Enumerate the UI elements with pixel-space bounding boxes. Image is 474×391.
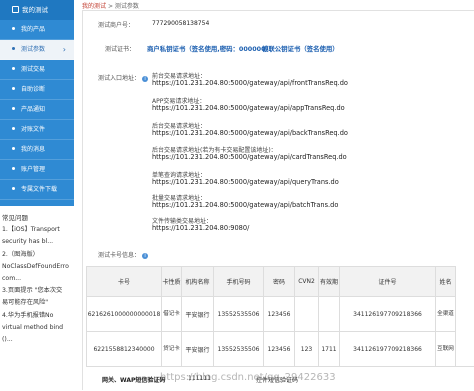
sms-row-label: 网关、WAP短信验证码 — [102, 377, 166, 384]
sidebar-item-downloads[interactable]: 专属文件下载 — [0, 180, 74, 200]
table-header: 手机号码 — [213, 266, 264, 297]
table-header: CVN2 — [294, 266, 319, 297]
card-type: 借记卡 — [161, 296, 182, 332]
private-cert-link[interactable]: 商户私钥证书（签名使用,密码：000000） — [147, 44, 272, 53]
cvn2 — [294, 296, 319, 332]
card-table: 卡号 卡性质 机构名称 手机号码 密码 CVN2 有效期 证件号 姓名 6216… — [86, 266, 456, 367]
merchant-value: 777290058138754 — [152, 20, 210, 27]
endpoint-url: https://101.231.204.80:5000/gateway/api/… — [152, 201, 339, 209]
password: 123456 — [263, 296, 295, 332]
bullet-icon — [12, 147, 15, 150]
faq-line[interactable]: com... — [2, 273, 74, 285]
phone: 13552535506 — [213, 331, 264, 367]
endpoint-url: https://101.231.204.80:5000/gateway/api/… — [152, 129, 348, 137]
faq-line[interactable]: 1.【iOS】Transport — [2, 224, 74, 236]
bullet-icon — [12, 87, 15, 90]
sidebar: 我的测试 我的产品 测试参数 › 测试交易 自助诊断 产品通知 对账文件 我的消息… — [0, 0, 74, 206]
bullet-icon — [12, 127, 15, 130]
sidebar-item-self-diagnose[interactable]: 自助诊断 — [0, 80, 74, 100]
merchant-label: 测试商户号： — [98, 22, 135, 29]
sidebar-header[interactable]: 我的测试 — [0, 0, 74, 20]
expiry — [318, 296, 340, 332]
faq-list: 常见问题 1.【iOS】Transport security has bl...… — [2, 212, 74, 346]
table-header: 卡号 — [86, 266, 162, 297]
password: 123456 — [263, 331, 295, 367]
sidebar-item-reconcile[interactable]: 对账文件 — [0, 120, 74, 140]
faq-title: 常见问题 — [2, 214, 28, 222]
bullet-icon — [12, 187, 15, 190]
faq-line[interactable]: 3.页面提示 "您本次交 — [2, 285, 74, 297]
info-icon[interactable]: i — [142, 76, 149, 82]
bullet-icon — [12, 47, 15, 50]
sidebar-item-notice[interactable]: 产品通知 — [0, 100, 74, 120]
faq-line[interactable]: security has bl... — [2, 236, 74, 248]
sidebar-item-products[interactable]: 我的产品 — [0, 20, 74, 40]
public-cert-link[interactable]: 银联公钥证书（签名使用） — [262, 44, 339, 53]
bullet-icon — [12, 107, 15, 110]
endpoint-url: https://101.231.204.80:5000/gateway/api/… — [152, 104, 345, 112]
faq-line[interactable]: 4.华为手机报错No — [2, 310, 74, 322]
bank-name: 平安银行 — [181, 331, 214, 367]
faq-line[interactable]: virtual method bind — [2, 322, 74, 334]
phone: 13552535506 — [213, 296, 264, 332]
faq-line[interactable]: 易可能存在风险" — [2, 297, 74, 309]
bank-name: 平安银行 — [181, 296, 214, 332]
cards-label: 测试卡号信息： i — [98, 250, 149, 259]
bullet-icon — [12, 167, 15, 170]
holder-name: 全渠道 — [435, 296, 456, 332]
endpoint-url: https://101.231.204.80:9080/ — [152, 224, 250, 232]
info-icon[interactable]: i — [142, 253, 149, 259]
faq-line[interactable]: ()... — [2, 334, 74, 346]
breadcrumb-root[interactable]: 我的测试 — [82, 3, 106, 10]
bullet-icon — [12, 67, 15, 70]
breadcrumb-separator: > — [107, 3, 113, 10]
id-number: 341126197709218366 — [339, 331, 436, 367]
home-icon — [12, 6, 19, 13]
table-row: 6216261000000000018 借记卡 平安银行 13552535506… — [86, 296, 456, 332]
expiry: 1711 — [318, 331, 340, 367]
table-header: 有效期 — [318, 266, 340, 297]
id-number: 341126197709218366 — [339, 296, 436, 332]
sidebar-item-messages[interactable]: 我的消息 — [0, 140, 74, 160]
chevron-right-icon: › — [62, 45, 66, 54]
table-header: 密码 — [263, 266, 295, 297]
bullet-icon — [12, 27, 15, 30]
watermark: https://blog.csdn.net/qq_29422633 — [160, 372, 336, 383]
card-number: 6221558812340000 — [86, 331, 162, 367]
breadcrumb: 我的测试 > 测试参数 — [82, 1, 139, 10]
table-header-row: 卡号 卡性质 机构名称 手机号码 密码 CVN2 有效期 证件号 姓名 — [86, 266, 456, 297]
endpoint-url: https://101.231.204.80:5000/gateway/api/… — [152, 153, 347, 161]
holder-name: 互联网 — [435, 331, 456, 367]
breadcrumb-current: 测试参数 — [114, 3, 139, 10]
cvn2: 123 — [294, 331, 319, 367]
sidebar-item-test-trans[interactable]: 测试交易 — [0, 60, 74, 80]
table-header: 机构名称 — [181, 266, 214, 297]
card-number: 6216261000000000018 — [86, 296, 162, 332]
table-row: 6221558812340000 贷记卡 平安银行 13552535506 12… — [86, 331, 456, 367]
table-header: 卡性质 — [161, 266, 182, 297]
table-header: 姓名 — [435, 266, 456, 297]
endpoint-url: https://101.231.204.80:5000/gateway/api/… — [152, 178, 339, 186]
sidebar-item-account[interactable]: 账户管理 — [0, 160, 74, 180]
faq-line[interactable]: NoClassDefFoundErro — [2, 261, 74, 273]
card-type: 贷记卡 — [161, 331, 182, 367]
sidebar-item-test-params[interactable]: 测试参数 › — [0, 40, 74, 60]
endpoints-label: 测试入口地址： i — [98, 73, 149, 82]
table-header: 证件号 — [339, 266, 436, 297]
endpoint-url: https://101.231.204.80:5000/gateway/api/… — [152, 79, 348, 87]
faq-line[interactable]: 2.（图海版） — [2, 249, 74, 261]
certificate-label: 测试证书： — [105, 46, 136, 53]
